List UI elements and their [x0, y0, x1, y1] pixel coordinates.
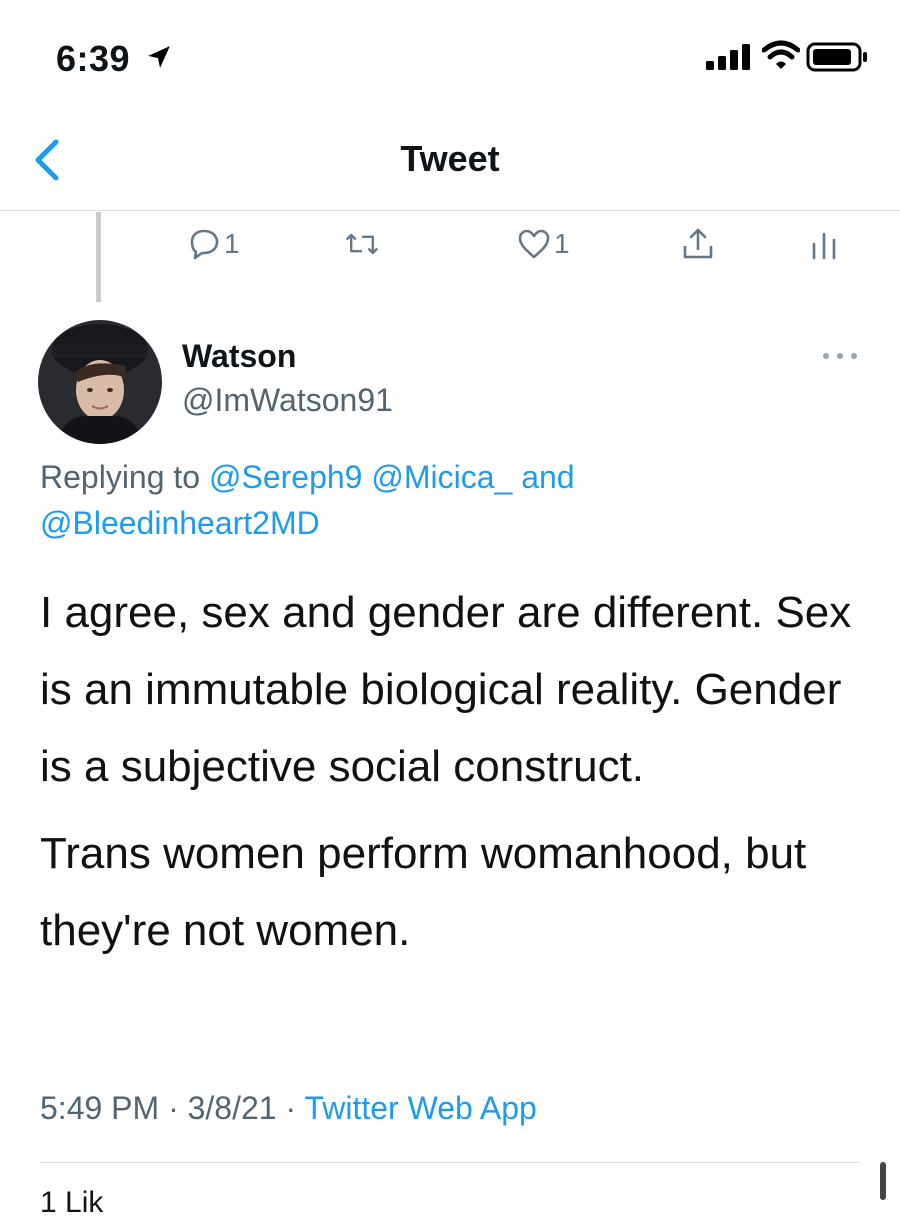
meta-separator: · — [285, 1090, 297, 1126]
analytics-icon — [812, 232, 836, 260]
replying-to-prefix: Replying to — [40, 459, 201, 495]
author-handle[interactable]: @ImWatson91 — [182, 382, 393, 419]
header-divider — [0, 210, 900, 211]
tweet-text: I agree, sex and gender are different. S… — [40, 574, 880, 969]
meta-separator: · — [168, 1090, 179, 1126]
share-action[interactable] — [680, 222, 716, 266]
share-icon — [683, 228, 713, 259]
like-action[interactable]: 1 — [516, 222, 570, 266]
reply-mention-link[interactable]: @Sereph9 — [209, 459, 362, 495]
likes-count-peek[interactable]: 1 Lik — [40, 1186, 103, 1220]
tweet-paragraph: I agree, sex and gender are different. S… — [40, 588, 852, 791]
reply-mention-link[interactable]: @Bleedinheart2MD — [40, 505, 320, 541]
retweet-icon — [345, 233, 379, 255]
thread-connector-line — [96, 212, 101, 302]
cellular-signal-icon — [706, 44, 750, 70]
tweet-meta: 5:49 PM · 3/8/21 · Twitter Web App — [40, 1090, 537, 1127]
retweet-action[interactable] — [344, 222, 380, 266]
page-title: Tweet — [400, 138, 500, 179]
tweet-source-link[interactable]: Twitter Web App — [304, 1090, 536, 1126]
author-name[interactable]: Watson — [182, 338, 296, 375]
analytics-action[interactable] — [806, 222, 842, 266]
reply-mention-link[interactable]: @Micica_ — [371, 459, 512, 495]
meta-divider — [40, 1162, 860, 1163]
heart-icon — [518, 229, 550, 259]
reply-count: 1 — [224, 228, 240, 259]
more-options-icon[interactable] — [820, 346, 860, 366]
status-time: 6:39 — [56, 38, 131, 79]
battery-icon — [806, 42, 867, 72]
tweet-paragraph: Trans women perform womanhood, but they'… — [40, 829, 807, 955]
tweet-time: 5:49 PM — [40, 1090, 160, 1126]
wifi-icon — [762, 40, 800, 69]
scroll-indicator[interactable] — [880, 1162, 886, 1200]
replying-to-line: Replying to @Sereph9 @Micica_ and @Bleed… — [40, 454, 860, 546]
reply-icon — [190, 229, 219, 260]
reply-and-others[interactable]: and — [521, 459, 574, 495]
tweet-date: 3/8/21 — [187, 1090, 277, 1126]
like-count: 1 — [554, 228, 570, 259]
reply-action[interactable]: 1 — [186, 222, 240, 266]
avatar[interactable] — [38, 320, 162, 444]
location-arrow-icon — [148, 46, 170, 68]
